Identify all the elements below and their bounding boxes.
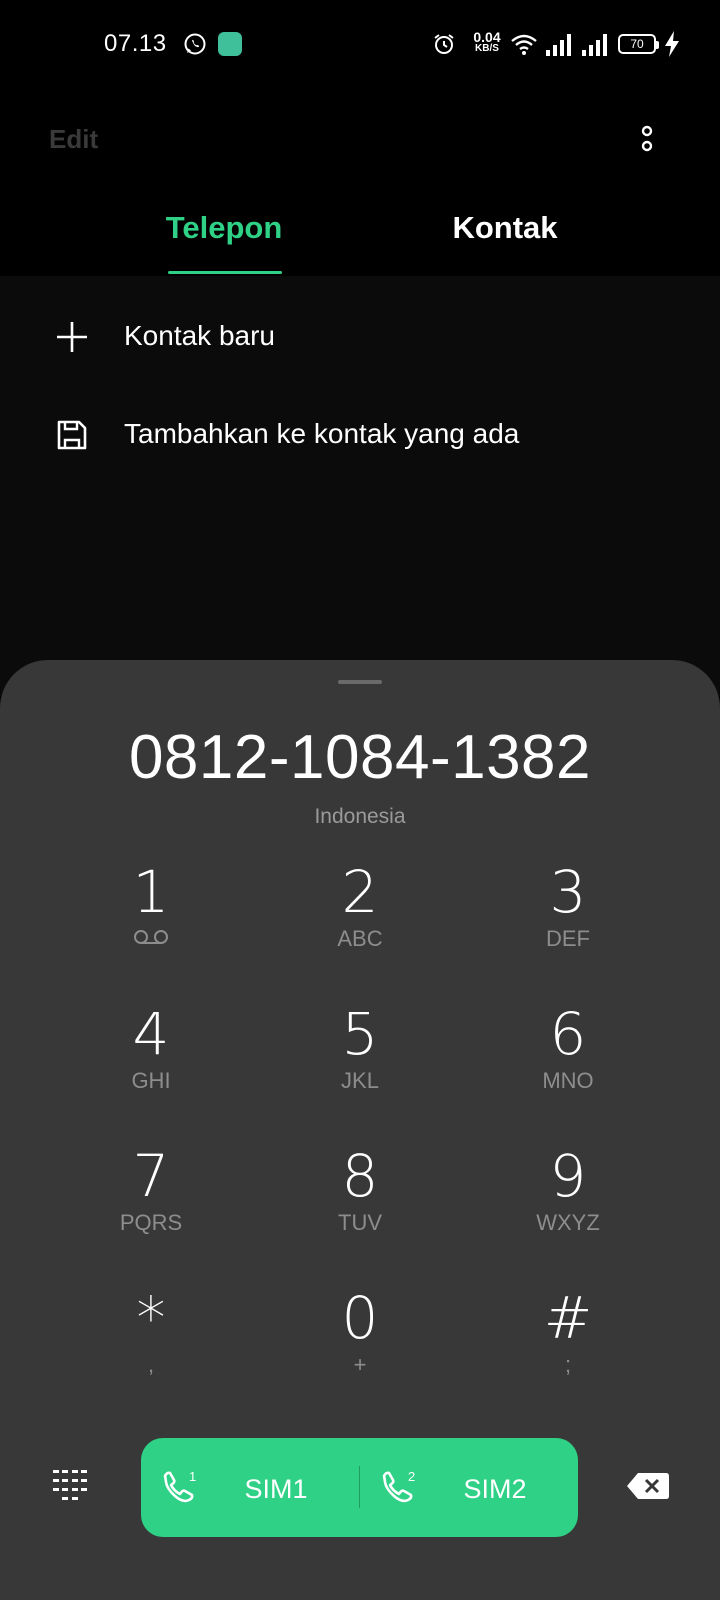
key-4[interactable]: 4 GHI [61, 1002, 241, 1112]
key-letters: ABC [337, 926, 383, 951]
charging-bolt-icon [665, 31, 679, 57]
voicemail-icon [134, 930, 168, 944]
app-badge-icon [218, 32, 242, 56]
dialpad-sheet: 0812-1084-1382 Indonesia 1 2 ABC 3 DEF 4… [0, 660, 720, 1600]
list-item-add-to-existing[interactable]: Tambahkan ke kontak yang ada [0, 396, 720, 476]
edit-button[interactable]: Edit [49, 124, 98, 155]
phone-icon: 1 [163, 1469, 196, 1503]
key-6[interactable]: 6 MNO [478, 1002, 658, 1112]
key-letters: TUV [338, 1210, 382, 1235]
battery-icon: 70 [618, 34, 659, 54]
more-vertical-icon[interactable] [636, 124, 658, 158]
sheet-drag-handle[interactable] [338, 680, 382, 684]
backspace-icon[interactable] [626, 1472, 670, 1500]
key-9[interactable]: 9 WXYZ [478, 1144, 658, 1254]
dialpad-icon[interactable] [52, 1468, 88, 1504]
key-letters: + [353, 1352, 367, 1377]
dialed-number[interactable]: 0812-1084-1382 [0, 722, 720, 793]
key-1[interactable]: 1 [61, 860, 241, 970]
save-icon [57, 420, 87, 450]
key-digit: 6 [549, 1000, 587, 1068]
key-digit: 4 [132, 1000, 170, 1068]
key-3[interactable]: 3 DEF [478, 860, 658, 970]
key-letters: , [147, 1352, 155, 1377]
key-digit: 5 [341, 1000, 379, 1068]
wifi-icon [511, 34, 537, 55]
key-letters: JKL [341, 1068, 379, 1093]
key-digit: 2 [341, 858, 379, 926]
key-letters: ; [564, 1352, 572, 1377]
key-star[interactable]: * , [61, 1286, 241, 1396]
status-time: 07.13 [104, 30, 167, 57]
key-letters: WXYZ [536, 1210, 600, 1235]
list-item-new-contact[interactable]: Kontak baru [0, 298, 720, 378]
call-sim1-button[interactable]: 1 SIM1 [141, 1438, 359, 1537]
plus-icon [57, 322, 87, 352]
key-7[interactable]: 7 PQRS [61, 1144, 241, 1254]
dialer-actions: 1 SIM1 2 SIM2 [0, 1438, 720, 1538]
network-speed: 0.04 KB/S [464, 30, 510, 54]
signal-icon [546, 34, 571, 56]
key-2[interactable]: 2 ABC [270, 860, 450, 970]
key-digit: 0 [341, 1284, 379, 1352]
key-digit: # [543, 1284, 593, 1352]
sim2-index: 2 [408, 1469, 415, 1484]
alarm-icon [434, 34, 454, 54]
key-digit: 7 [132, 1142, 170, 1210]
key-digit: 1 [132, 858, 170, 926]
net-speed-unit: KB/S [475, 43, 499, 54]
new-contact-label: Kontak baru [124, 320, 275, 351]
active-tab-indicator [168, 271, 282, 274]
phone-icon: 2 [382, 1469, 415, 1503]
whatsapp-icon [184, 33, 206, 55]
tab-bar: Telepon Kontak [0, 200, 720, 276]
number-country: Indonesia [314, 805, 406, 828]
key-digit: * [136, 1284, 166, 1352]
call-buttons: 1 SIM1 2 SIM2 [141, 1438, 578, 1537]
key-digit: 8 [341, 1142, 379, 1210]
call-sim2-button[interactable]: 2 SIM2 [360, 1438, 578, 1537]
signal-icon [582, 34, 607, 56]
action-list: Kontak baru Tambahkan ke kontak yang ada [0, 276, 720, 696]
key-letters: GHI [131, 1068, 171, 1093]
status-icons: 0.04 KB/S 70 [420, 28, 720, 62]
key-8[interactable]: 8 TUV [270, 1144, 450, 1254]
key-5[interactable]: 5 JKL [270, 1002, 450, 1112]
key-letters: DEF [546, 926, 590, 951]
sim1-index: 1 [189, 1469, 196, 1484]
net-speed-value: 0.04 [473, 29, 501, 45]
key-digit: 9 [549, 1142, 587, 1210]
key-digit: 3 [549, 858, 587, 926]
add-to-existing-label: Tambahkan ke kontak yang ada [124, 418, 520, 449]
key-hash[interactable]: # ; [478, 1286, 658, 1396]
sim2-label: SIM2 [463, 1474, 527, 1504]
tab-telepon[interactable]: Telepon [165, 210, 283, 246]
status-bar: 07.13 0.04 KB/S 70 [0, 0, 720, 90]
key-letters: MNO [542, 1068, 594, 1093]
key-letters: PQRS [119, 1210, 183, 1235]
tab-kontak[interactable]: Kontak [440, 210, 570, 246]
sim1-label: SIM1 [244, 1474, 308, 1504]
key-0[interactable]: 0 + [270, 1286, 450, 1396]
